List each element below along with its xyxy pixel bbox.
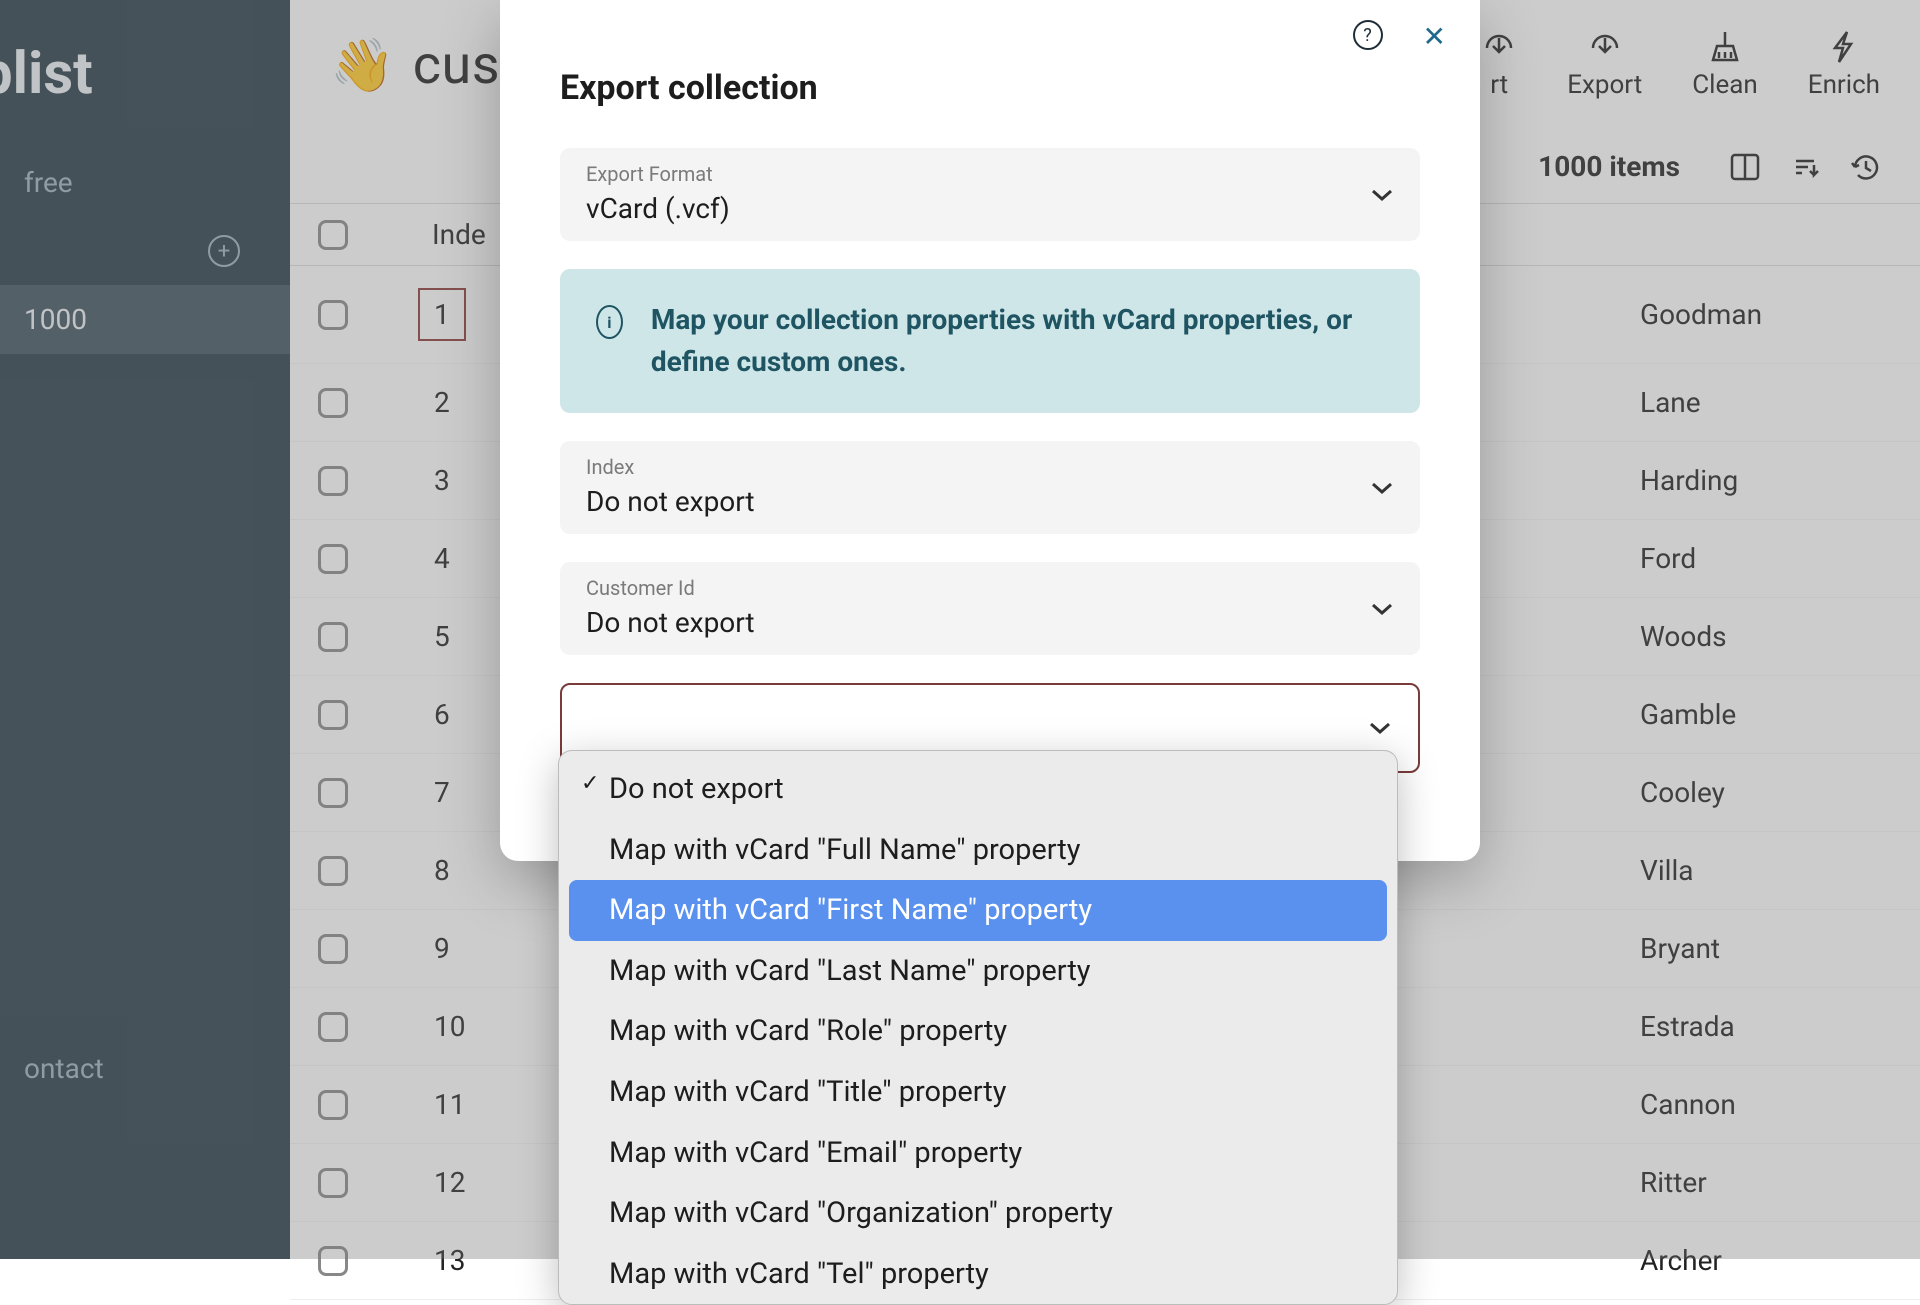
dropdown-option[interactable]: Map with vCard "Full Name" property [569, 820, 1387, 881]
info-box: i Map your collection properties with vC… [560, 269, 1420, 413]
field-value: Do not export [586, 606, 1394, 639]
field-value: vCard (.vcf) [586, 192, 1394, 225]
field-label: Export Format [586, 162, 1394, 186]
mapping-dropdown[interactable]: Do not exportMap with vCard "Full Name" … [558, 750, 1398, 1305]
dropdown-option[interactable]: Map with vCard "First Name" property [569, 880, 1387, 941]
field-label: Customer Id [586, 576, 1394, 600]
field-label: Index [586, 455, 1394, 479]
dropdown-option[interactable]: Map with vCard "Email" property [569, 1123, 1387, 1184]
close-icon[interactable]: ✕ [1423, 20, 1446, 53]
export-modal: ? ✕ Export collection Export Format vCar… [500, 0, 1480, 861]
chevron-down-icon [1370, 601, 1394, 617]
info-text: Map your collection properties with vCar… [651, 299, 1384, 383]
chevron-down-icon [1368, 720, 1392, 736]
dropdown-option[interactable]: Map with vCard "Organization" property [569, 1183, 1387, 1244]
dropdown-option[interactable]: Do not export [569, 759, 1387, 820]
dropdown-option[interactable]: Map with vCard "Last Name" property [569, 941, 1387, 1002]
modal-title: Export collection [560, 68, 1420, 108]
info-icon: i [596, 305, 623, 339]
chevron-down-icon [1370, 187, 1394, 203]
dropdown-option[interactable]: Map with vCard "Title" property [569, 1062, 1387, 1123]
customerid-mapping-field[interactable]: Customer Id Do not export [560, 562, 1420, 655]
field-value: Do not export [586, 485, 1394, 518]
dropdown-option[interactable]: Map with vCard "Tel" property [569, 1244, 1387, 1305]
index-mapping-field[interactable]: Index Do not export [560, 441, 1420, 534]
help-icon[interactable]: ? [1353, 20, 1383, 50]
export-format-field[interactable]: Export Format vCard (.vcf) [560, 148, 1420, 241]
dropdown-option[interactable]: Map with vCard "Role" property [569, 1001, 1387, 1062]
chevron-down-icon [1370, 480, 1394, 496]
